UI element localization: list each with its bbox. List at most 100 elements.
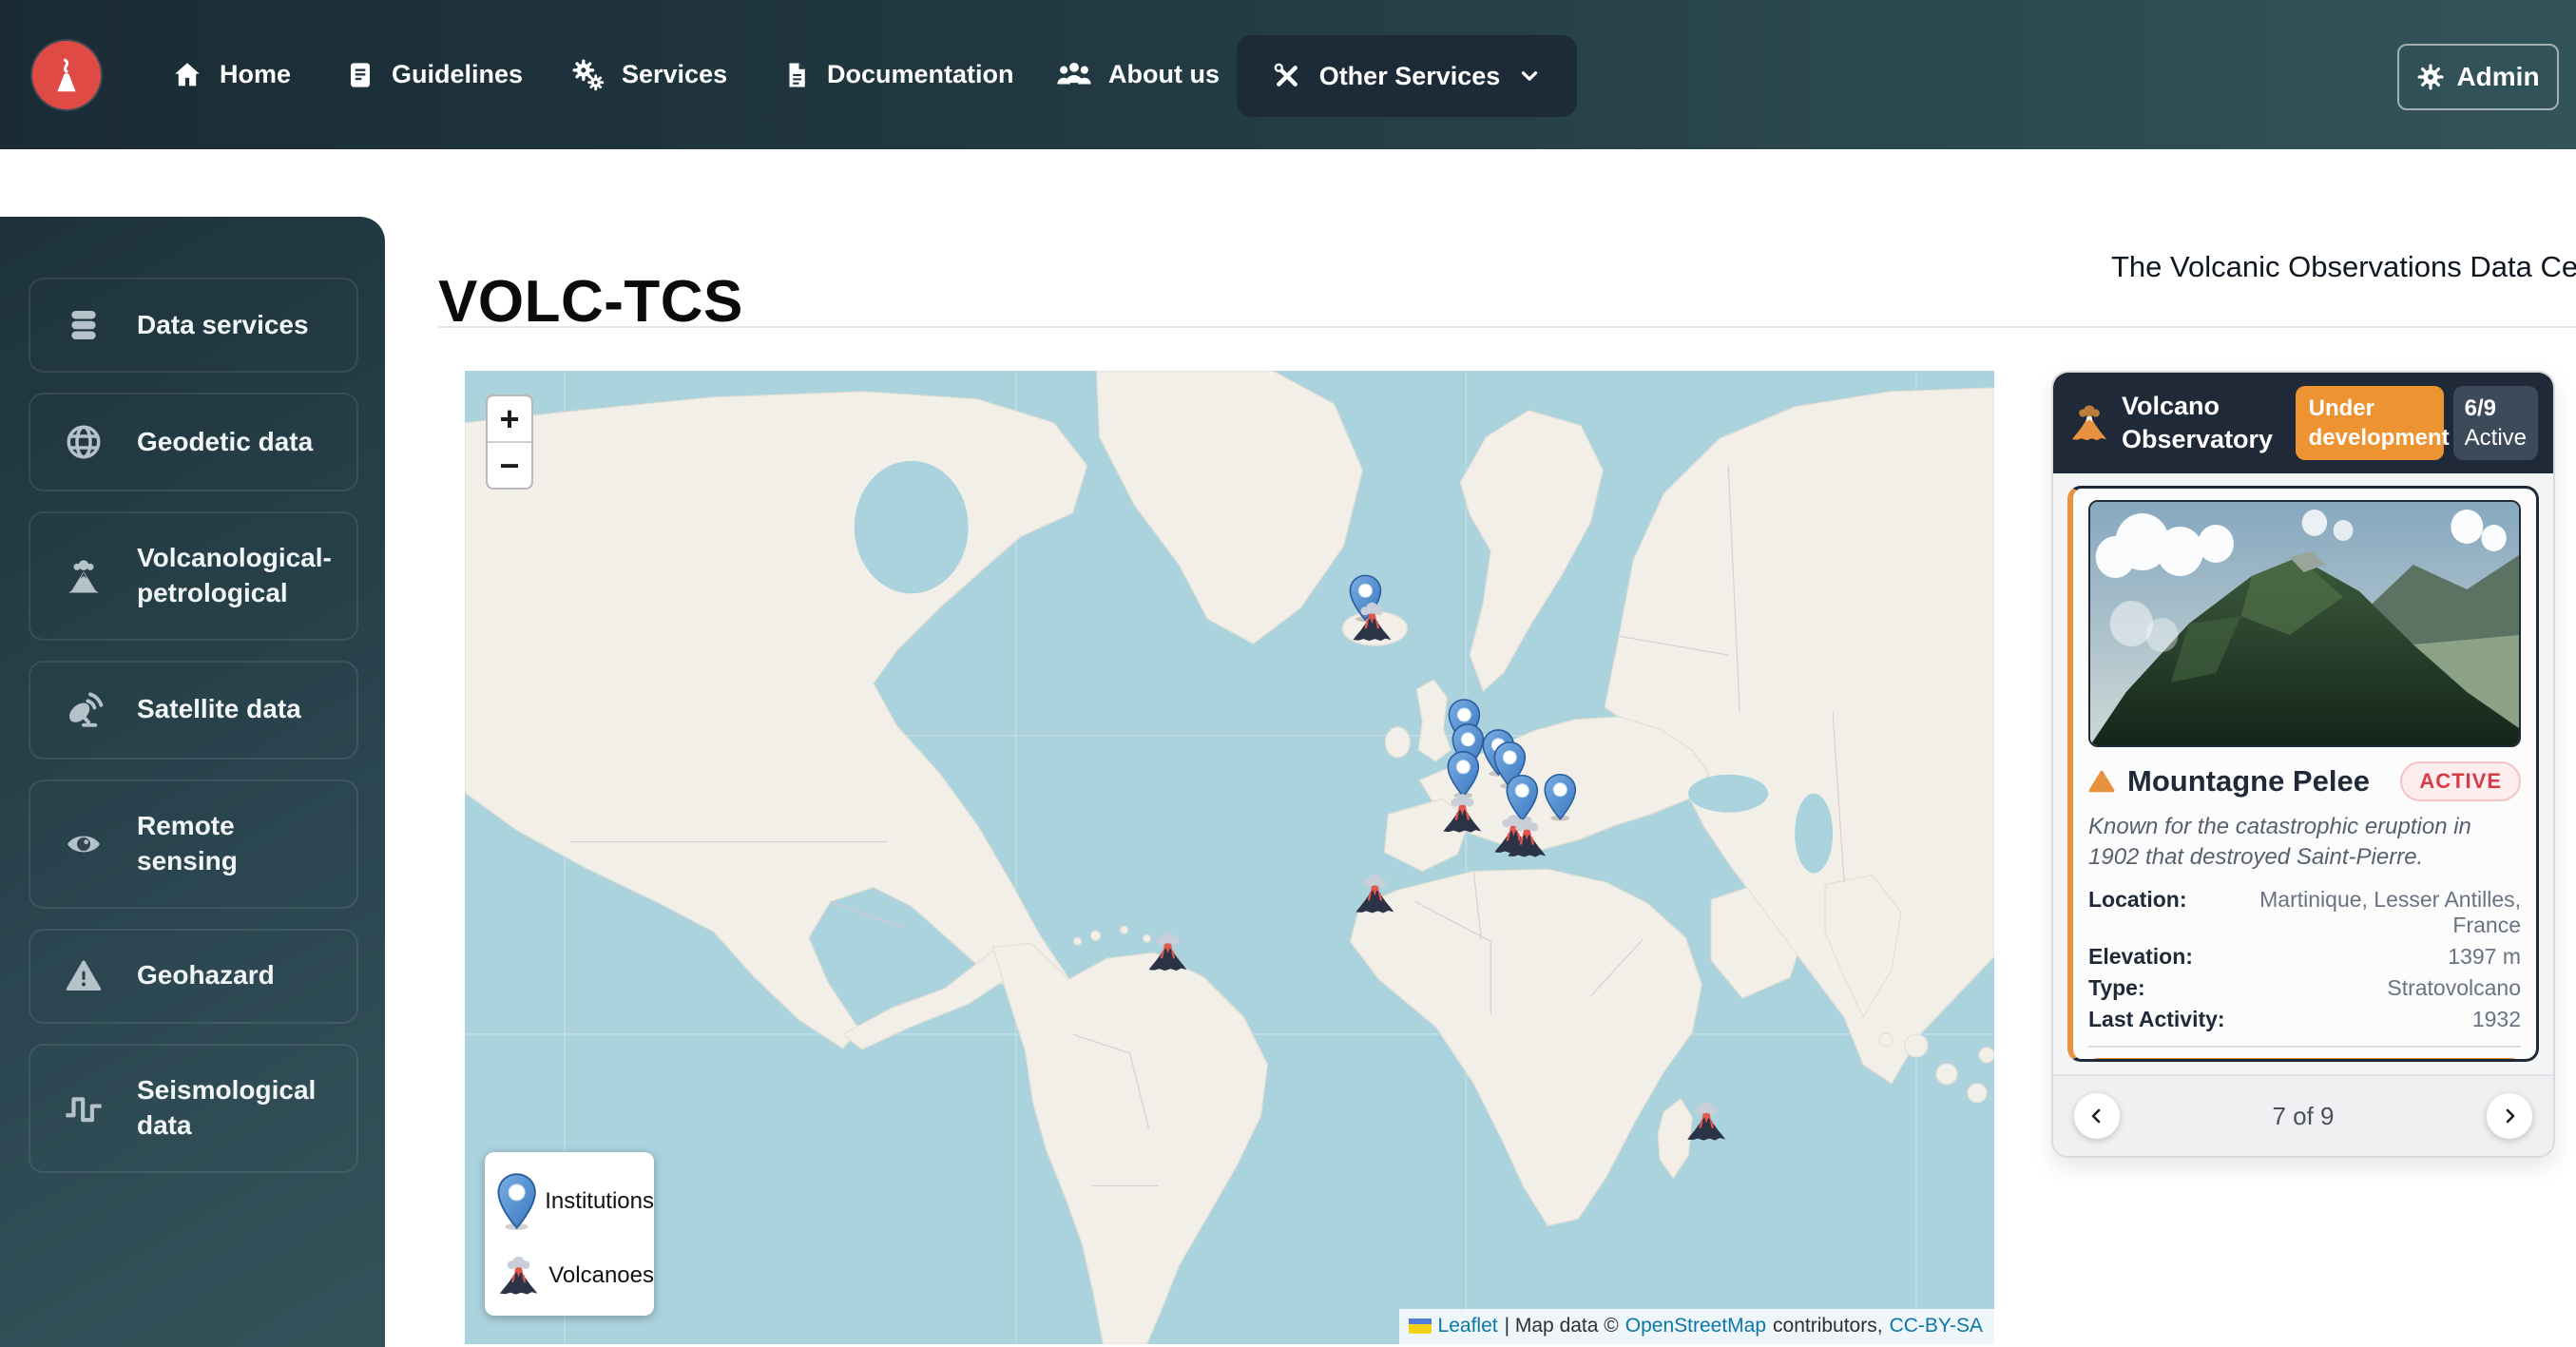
gear-icon (2416, 63, 2445, 91)
volcano-panel: Mountagne Pelee ACTIVE Known for the cat… (2067, 486, 2539, 1062)
sidebar-item-label: Seismological data (137, 1073, 340, 1144)
sidebar-item-label: Data services (137, 308, 340, 343)
sidebar: Data services Geodetic data Volcanologic… (0, 217, 385, 1347)
page-title: VOLC-TCS (438, 268, 743, 336)
legend-institutions: Institutions (485, 1172, 654, 1231)
license-link[interactable]: CC-BY-SA (1890, 1315, 1983, 1337)
sidebar-item-satellite-data[interactable]: Satellite data (29, 661, 358, 760)
zoom-in-button[interactable]: + (488, 396, 531, 441)
volcano-marker-icon (496, 1255, 541, 1297)
satellite-icon (61, 690, 106, 730)
active-ratio: 6/9 (2465, 394, 2527, 423)
title-divider (438, 326, 2576, 328)
map-canvas (465, 371, 1994, 1344)
detail-row-elevation: Elevation: 1397 m (2088, 944, 2521, 970)
book-icon (345, 59, 375, 91)
users-icon (1056, 59, 1092, 91)
legend-label: Volcanoes (548, 1262, 654, 1289)
other-services-dropdown[interactable]: Other Services (1237, 35, 1577, 117)
sidebar-item-label: Remote sensing (137, 809, 340, 879)
volcano-observatory-card: Volcano Observatory Under development 6/… (2051, 371, 2555, 1158)
waveform-icon (61, 1091, 106, 1126)
database-icon (61, 307, 106, 343)
nav-item-home[interactable]: Home (171, 0, 291, 149)
next-button[interactable] (2487, 1093, 2532, 1139)
mountain-triangle-icon (2088, 769, 2115, 794)
attribution-text: | Map data © (1505, 1315, 1619, 1337)
nav-item-guidelines[interactable]: Guidelines (345, 0, 523, 149)
globe-icon (61, 422, 106, 462)
legend-label: Institutions (545, 1188, 654, 1215)
chevron-down-icon (1517, 64, 1542, 88)
card-footer: 7 of 9 (2053, 1074, 2553, 1156)
detail-row-type: Type: Stratovolcano (2088, 975, 2521, 1001)
detail-label: Elevation: (2088, 944, 2193, 970)
sidebar-item-label: Geohazard (137, 958, 340, 993)
warning-icon (61, 958, 106, 994)
detail-label: Type: (2088, 975, 2145, 1001)
sidebar-item-geohazard[interactable]: Geohazard (29, 929, 358, 1024)
detail-value: Martinique, Lesser Antilles, France (2187, 887, 2522, 938)
document-icon (782, 59, 811, 91)
sidebar-item-geodetic-data[interactable]: Geodetic data (29, 393, 358, 491)
sidebar-item-data-services[interactable]: Data services (29, 278, 358, 373)
chevron-right-icon (2498, 1105, 2521, 1127)
leaflet-link[interactable]: Leaflet (1438, 1315, 1498, 1337)
detail-row-location: Location: Martinique, Lesser Antilles, F… (2088, 887, 2521, 938)
detail-value: 1932 (2472, 1007, 2521, 1032)
detail-value: Stratovolcano (2387, 975, 2521, 1001)
sidebar-item-label: Geodetic data (137, 425, 340, 460)
attribution-text: contributors, (1773, 1315, 1883, 1337)
card-header: Volcano Observatory Under development 6/… (2053, 373, 2553, 473)
app-logo[interactable] (32, 41, 101, 109)
view-in-catalog-button[interactable]: View in Catalog (2088, 1058, 2521, 1062)
sidebar-item-label: Satellite data (137, 692, 340, 727)
admin-label: Admin (2456, 62, 2539, 92)
sidebar-item-remote-sensing[interactable]: Remote sensing (29, 779, 358, 909)
card-badges: Under development 6/9 Active (2296, 386, 2538, 460)
volcano-logo-icon (45, 53, 88, 97)
nav-label: Documentation (827, 60, 1014, 89)
top-navbar: Home Guidelines Services Documentation (0, 0, 2576, 149)
chevron-left-icon (2086, 1105, 2108, 1127)
ukraine-flag-icon (1409, 1318, 1432, 1334)
osm-link[interactable]: OpenStreetMap (1625, 1315, 1766, 1337)
detail-row-last-activity: Last Activity: 1932 (2088, 1007, 2521, 1032)
nav-item-documentation[interactable]: Documentation (782, 0, 1014, 149)
tools-icon (1272, 61, 1302, 91)
prev-button[interactable] (2074, 1093, 2120, 1139)
volcano-description: Known for the catastrophic eruption in 1… (2088, 812, 2521, 872)
pagination-status: 7 of 9 (2120, 1102, 2487, 1131)
eye-icon (61, 825, 106, 863)
nav-item-services[interactable]: Services (571, 0, 727, 149)
detail-label: Last Activity: (2088, 1007, 2225, 1032)
world-map[interactable]: + − Institutions Volcanoes Leaflet | Map… (465, 371, 1994, 1344)
map-legend: Institutions Volcanoes (485, 1152, 654, 1316)
detail-value: 1397 m (2448, 944, 2521, 970)
sidebar-item-seismological-data[interactable]: Seismological data (29, 1044, 358, 1173)
home-icon (171, 59, 203, 91)
volcano-photo (2088, 500, 2521, 747)
active-status-badge: ACTIVE (2400, 761, 2521, 801)
nav-item-about-us[interactable]: About us (1056, 0, 1220, 149)
detail-label: Location: (2088, 887, 2187, 938)
admin-button[interactable]: Admin (2397, 44, 2559, 110)
panel-divider (2088, 1046, 2521, 1048)
gears-icon (571, 58, 606, 92)
pin-icon (496, 1172, 537, 1231)
nav-label: About us (1108, 60, 1220, 89)
volcano-icon (61, 558, 106, 594)
nav-label: Guidelines (392, 60, 523, 89)
card-title: Volcano Observatory (2122, 390, 2276, 456)
volcano-name: Mountagne Pelee (2127, 764, 2370, 799)
page-subtitle: The Volcanic Observations Data Center (2111, 250, 2576, 284)
map-attribution: Leaflet | Map data © OpenStreetMap contr… (1399, 1309, 1994, 1344)
active-word: Active (2465, 425, 2527, 451)
other-services-label: Other Services (1319, 62, 1501, 91)
nav-label: Services (622, 60, 727, 89)
legend-volcanoes: Volcanoes (485, 1255, 654, 1297)
zoom-out-button[interactable]: − (488, 441, 531, 488)
sidebar-item-volcanological[interactable]: Volcanological-petrological (29, 511, 358, 641)
nav-label: Home (220, 60, 291, 89)
volcano-details: Location: Martinique, Lesser Antilles, F… (2088, 881, 2521, 1038)
